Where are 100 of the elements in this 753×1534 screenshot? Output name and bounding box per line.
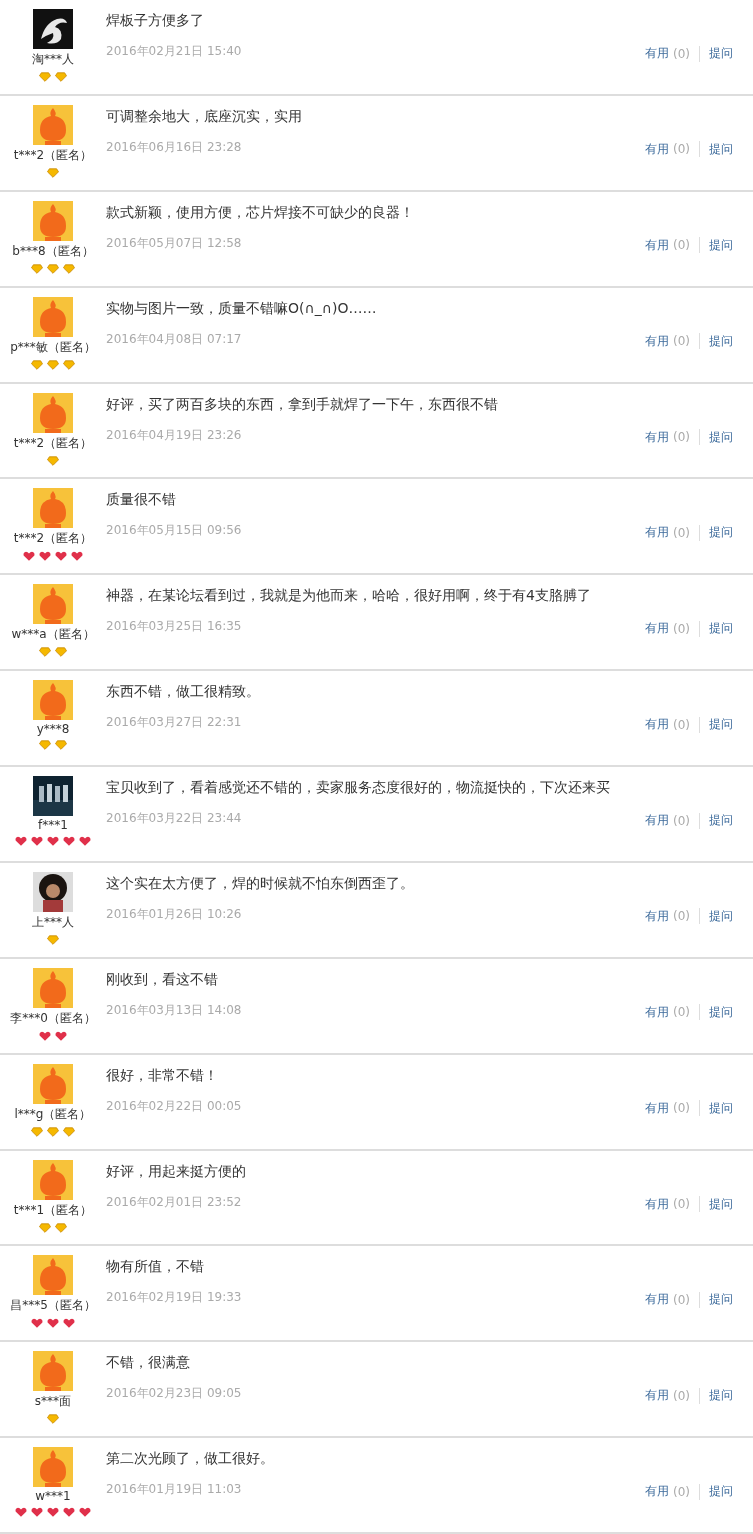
- review-text: 物有所值，不错: [106, 1258, 205, 1277]
- review-date: 2016年01月26日 10:26: [106, 905, 242, 923]
- mascot-avatar-icon: [33, 392, 73, 433]
- diamond-icon: [39, 740, 51, 751]
- mascot-avatar-icon: [33, 104, 73, 145]
- review-date: 2016年03月25日 16:35: [106, 618, 242, 636]
- diamond-icon: [55, 740, 67, 751]
- review-text: 好评，买了两百多块的东西，拿到手就焊了一下午，东西很不错: [106, 395, 499, 414]
- username: 李***0（匿名）: [10, 1009, 96, 1027]
- useful-link[interactable]: 有用: [645, 716, 669, 734]
- heart-icon: [31, 1507, 43, 1518]
- ask-link[interactable]: 提问: [709, 428, 733, 446]
- heart-icon: [31, 1318, 43, 1329]
- diamond-icon: [47, 455, 59, 466]
- dragon-avatar-icon: [33, 9, 73, 49]
- diamond-icon: [31, 263, 43, 274]
- ask-link[interactable]: 提问: [709, 716, 733, 734]
- useful-link[interactable]: 有用: [645, 1099, 669, 1117]
- ask-link[interactable]: 提问: [709, 524, 733, 542]
- useful-link[interactable]: 有用: [645, 1291, 669, 1309]
- review-text: 东西不错，做工很精致。: [106, 683, 261, 702]
- heart-icon: [71, 551, 83, 562]
- ask-link[interactable]: 提问: [709, 1291, 733, 1309]
- useful-link[interactable]: 有用: [645, 1003, 669, 1021]
- useful-count: (0): [673, 46, 690, 61]
- heart-icon: [15, 836, 27, 846]
- review-text: 神器，在某论坛看到过，我就是为他而来，哈哈，很好用啊，终于有4支胳膊了: [106, 587, 592, 606]
- username: t***2（匿名）: [13, 530, 93, 548]
- useful-count: (0): [673, 621, 690, 636]
- ask-link[interactable]: 提问: [709, 907, 733, 925]
- useful-count: (0): [673, 1292, 690, 1307]
- diamond-icon: [39, 72, 51, 82]
- diamond-icon: [47, 1126, 59, 1137]
- useful-link[interactable]: 有用: [645, 1387, 669, 1405]
- diamond-icon: [63, 1126, 75, 1137]
- review-date: 2016年05月15日 09:56: [106, 522, 242, 540]
- review-text: 不错，很满意: [106, 1354, 191, 1373]
- review-date: 2016年03月22日 23:44: [106, 810, 242, 827]
- ask-link[interactable]: 提问: [709, 1099, 733, 1117]
- useful-count: (0): [673, 1197, 690, 1211]
- review-text: 第二次光顾了，做工很好。: [106, 1450, 275, 1469]
- useful-link[interactable]: 有用: [645, 332, 669, 350]
- username: t***1（匿名）: [13, 1201, 93, 1219]
- username: w***a（匿名）: [11, 626, 95, 644]
- diamond-icon: [55, 72, 67, 82]
- ask-link[interactable]: 提问: [709, 1003, 733, 1021]
- ask-link[interactable]: 提问: [709, 812, 733, 829]
- mascot-avatar-icon: [33, 1351, 73, 1392]
- review-date: 2016年02月21日 15:40: [106, 43, 242, 60]
- heart-icon: [79, 836, 91, 846]
- heart-icon: [15, 1507, 27, 1518]
- useful-count: (0): [673, 142, 690, 157]
- heart-icon: [39, 551, 51, 562]
- ask-link[interactable]: 提问: [709, 236, 733, 254]
- useful-link[interactable]: 有用: [645, 524, 669, 542]
- review-date: 2016年01月19日 11:03: [106, 1481, 242, 1499]
- useful-count: (0): [673, 525, 690, 540]
- useful-link[interactable]: 有用: [645, 45, 669, 62]
- heart-icon: [79, 1507, 91, 1518]
- useful-link[interactable]: 有用: [645, 1195, 669, 1213]
- ask-link[interactable]: 提问: [709, 1195, 733, 1213]
- ask-link[interactable]: 提问: [709, 140, 733, 158]
- useful-link[interactable]: 有用: [645, 1483, 669, 1501]
- mascot-avatar-icon: [33, 1447, 73, 1488]
- diamond-icon: [47, 263, 59, 274]
- diamond-icon: [63, 359, 75, 370]
- ask-link[interactable]: 提问: [709, 45, 733, 62]
- ask-link[interactable]: 提问: [709, 1387, 733, 1405]
- useful-link[interactable]: 有用: [645, 140, 669, 158]
- useful-link[interactable]: 有用: [645, 428, 669, 446]
- mascot-avatar-icon: [33, 680, 73, 721]
- mascot-avatar-icon: [33, 967, 73, 1008]
- heart-icon: [55, 1030, 67, 1041]
- useful-count: (0): [673, 1101, 690, 1116]
- review-text: 焊板子方便多了: [106, 12, 205, 30]
- mascot-avatar-icon: [33, 488, 73, 529]
- review-date: 2016年02月22日 00:05: [106, 1097, 242, 1115]
- useful-link[interactable]: 有用: [645, 236, 669, 254]
- useful-link[interactable]: 有用: [645, 620, 669, 638]
- username: w***1: [35, 1489, 71, 1504]
- diamond-icon: [31, 1126, 43, 1137]
- useful-count: (0): [673, 1388, 690, 1403]
- useful-count: (0): [673, 717, 690, 732]
- review-text: 宝贝收到了，看着感觉还不错的，卖家服务态度很好的，物流挺快的，下次还来买: [106, 779, 611, 797]
- review-text: 很好，非常不错！: [106, 1066, 219, 1085]
- review-date: 2016年04月19日 23:26: [106, 426, 242, 444]
- useful-count: (0): [673, 238, 690, 253]
- heart-icon: [23, 551, 35, 562]
- useful-link[interactable]: 有用: [645, 907, 669, 925]
- mascot-avatar-icon: [33, 584, 73, 625]
- heart-icon: [47, 836, 59, 846]
- useful-link[interactable]: 有用: [645, 812, 669, 829]
- ask-link[interactable]: 提问: [709, 1483, 733, 1501]
- heart-icon: [63, 1318, 75, 1329]
- ask-link[interactable]: 提问: [709, 620, 733, 638]
- review-text: 款式新颖，使用方便，芯片焊接不可缺少的良器！: [106, 203, 415, 222]
- username: l***g（匿名）: [14, 1105, 92, 1123]
- mascot-avatar-icon: [33, 200, 73, 241]
- ask-link[interactable]: 提问: [709, 332, 733, 350]
- review-date: 2016年02月23日 09:05: [106, 1385, 242, 1403]
